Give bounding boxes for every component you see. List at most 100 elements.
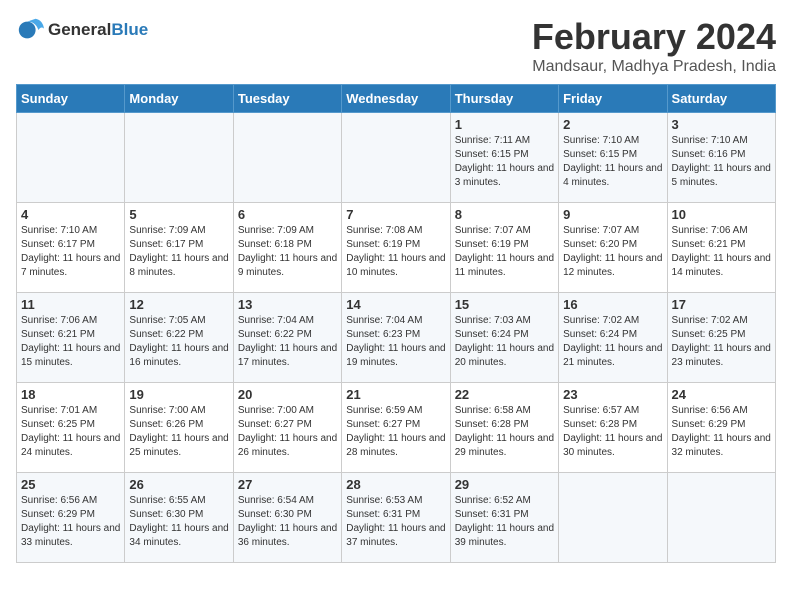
day-info: Sunrise: 7:01 AM Sunset: 6:25 PM Dayligh… [21, 404, 120, 460]
day-number: 27 [238, 477, 337, 492]
page-title: February 2024 [532, 16, 776, 58]
day-number: 24 [672, 387, 771, 402]
calendar-day-header: Saturday [667, 85, 775, 113]
day-info: Sunrise: 7:07 AM Sunset: 6:19 PM Dayligh… [455, 224, 554, 280]
calendar-cell: 20Sunrise: 7:00 AM Sunset: 6:27 PM Dayli… [233, 383, 341, 473]
day-number: 26 [129, 477, 228, 492]
calendar-cell: 16Sunrise: 7:02 AM Sunset: 6:24 PM Dayli… [559, 293, 667, 383]
calendar-cell: 15Sunrise: 7:03 AM Sunset: 6:24 PM Dayli… [450, 293, 558, 383]
day-number: 17 [672, 297, 771, 312]
day-info: Sunrise: 6:58 AM Sunset: 6:28 PM Dayligh… [455, 404, 554, 460]
calendar-day-header: Tuesday [233, 85, 341, 113]
day-number: 5 [129, 207, 228, 222]
day-number: 19 [129, 387, 228, 402]
day-info: Sunrise: 7:07 AM Sunset: 6:20 PM Dayligh… [563, 224, 662, 280]
calendar-cell: 18 Sunrise: 7:01 AM Sunset: 6:25 PM Dayli… [17, 383, 125, 473]
calendar-cell: 27 Sunrise: 6:54 AM Sunset: 6:30 PM Dayli… [233, 473, 341, 563]
calendar-cell [233, 113, 341, 203]
calendar-day-header: Monday [125, 85, 233, 113]
day-number: 13 [238, 297, 337, 312]
calendar-cell: 3 Sunrise: 7:10 AM Sunset: 6:16 PM Daylig… [667, 113, 775, 203]
calendar-week-row: 25 Sunrise: 6:56 AM Sunset: 6:29 PM Dayli… [17, 473, 776, 563]
day-number: 11 [21, 297, 120, 312]
day-number: 8 [455, 207, 554, 222]
day-number: 22 [455, 387, 554, 402]
calendar-cell: 23 Sunrise: 6:57 AM Sunset: 6:28 PM Dayli… [559, 383, 667, 473]
calendar-cell: 22 Sunrise: 6:58 AM Sunset: 6:28 PM Dayli… [450, 383, 558, 473]
day-info: Sunrise: 6:56 AM Sunset: 6:29 PM Dayligh… [21, 494, 120, 550]
calendar-cell: 13 Sunrise: 7:04 AM Sunset: 6:22 PM Dayli… [233, 293, 341, 383]
day-info: Sunrise: 6:52 AM Sunset: 6:31 PM Dayligh… [455, 494, 554, 550]
day-info: Sunrise: 6:56 AM Sunset: 6:29 PM Dayligh… [672, 404, 771, 460]
calendar-cell [667, 473, 775, 563]
calendar-cell: 5 Sunrise: 7:09 AM Sunset: 6:17 PM Daylig… [125, 203, 233, 293]
calendar-cell: 11 Sunrise: 7:06 AM Sunset: 6:21 PM Dayli… [17, 293, 125, 383]
day-info: Sunrise: 7:09 AM Sunset: 6:17 PM Dayligh… [129, 224, 228, 280]
calendar-cell [559, 473, 667, 563]
day-info: Sunrise: 7:00 AM Sunset: 6:27 PM Dayligh… [238, 404, 337, 460]
calendar-cell: 4Sunrise: 7:10 AM Sunset: 6:17 PM Daylig… [17, 203, 125, 293]
calendar-cell [17, 113, 125, 203]
calendar-week-row: 1Sunrise: 7:11 AM Sunset: 6:15 PM Daylig… [17, 113, 776, 203]
day-number: 21 [346, 387, 445, 402]
calendar-week-row: 4Sunrise: 7:10 AM Sunset: 6:17 PM Daylig… [17, 203, 776, 293]
day-number: 15 [455, 297, 554, 312]
day-number: 4 [21, 207, 120, 222]
day-info: Sunrise: 7:02 AM Sunset: 6:25 PM Dayligh… [672, 314, 771, 370]
day-info: Sunrise: 6:53 AM Sunset: 6:31 PM Dayligh… [346, 494, 445, 550]
header: GeneralBlue February 2024 Mandsaur, Madh… [16, 16, 776, 76]
day-number: 12 [129, 297, 228, 312]
calendar-cell: 21 Sunrise: 6:59 AM Sunset: 6:27 PM Dayli… [342, 383, 450, 473]
calendar-cell: 24 Sunrise: 6:56 AM Sunset: 6:29 PM Dayli… [667, 383, 775, 473]
day-number: 7 [346, 207, 445, 222]
day-info: Sunrise: 7:04 AM Sunset: 6:23 PM Dayligh… [346, 314, 445, 370]
day-info: Sunrise: 7:06 AM Sunset: 6:21 PM Dayligh… [21, 314, 120, 370]
calendar-week-row: 18 Sunrise: 7:01 AM Sunset: 6:25 PM Dayli… [17, 383, 776, 473]
day-info: Sunrise: 7:04 AM Sunset: 6:22 PM Dayligh… [238, 314, 337, 370]
day-info: Sunrise: 6:57 AM Sunset: 6:28 PM Dayligh… [563, 404, 662, 460]
day-number: 28 [346, 477, 445, 492]
calendar-day-header: Sunday [17, 85, 125, 113]
calendar-cell: 8 Sunrise: 7:07 AM Sunset: 6:19 PM Daylig… [450, 203, 558, 293]
calendar-cell: 10 Sunrise: 7:06 AM Sunset: 6:21 PM Dayli… [667, 203, 775, 293]
calendar-day-header: Wednesday [342, 85, 450, 113]
calendar-table: SundayMondayTuesdayWednesdayThursdayFrid… [16, 84, 776, 563]
calendar-cell: 2Sunrise: 7:10 AM Sunset: 6:15 PM Daylig… [559, 113, 667, 203]
calendar-header-row: SundayMondayTuesdayWednesdayThursdayFrid… [17, 85, 776, 113]
calendar-cell: 17 Sunrise: 7:02 AM Sunset: 6:25 PM Dayli… [667, 293, 775, 383]
calendar-cell [342, 113, 450, 203]
day-info: Sunrise: 6:54 AM Sunset: 6:30 PM Dayligh… [238, 494, 337, 550]
day-info: Sunrise: 7:11 AM Sunset: 6:15 PM Dayligh… [455, 134, 554, 190]
day-number: 23 [563, 387, 662, 402]
day-number: 14 [346, 297, 445, 312]
day-number: 10 [672, 207, 771, 222]
logo: GeneralBlue [16, 16, 148, 44]
calendar-cell: 29 Sunrise: 6:52 AM Sunset: 6:31 PM Dayli… [450, 473, 558, 563]
page-subtitle: Mandsaur, Madhya Pradesh, India [532, 58, 776, 76]
day-info: Sunrise: 7:10 AM Sunset: 6:16 PM Dayligh… [672, 134, 771, 190]
day-number: 25 [21, 477, 120, 492]
calendar-cell: 1Sunrise: 7:11 AM Sunset: 6:15 PM Daylig… [450, 113, 558, 203]
day-info: Sunrise: 6:55 AM Sunset: 6:30 PM Dayligh… [129, 494, 228, 550]
day-info: Sunrise: 7:08 AM Sunset: 6:19 PM Dayligh… [346, 224, 445, 280]
calendar-day-header: Thursday [450, 85, 558, 113]
day-info: Sunrise: 6:59 AM Sunset: 6:27 PM Dayligh… [346, 404, 445, 460]
day-number: 9 [563, 207, 662, 222]
calendar-cell [125, 113, 233, 203]
day-info: Sunrise: 7:09 AM Sunset: 6:18 PM Dayligh… [238, 224, 337, 280]
day-number: 3 [672, 117, 771, 132]
calendar-cell: 12 Sunrise: 7:05 AM Sunset: 6:22 PM Dayli… [125, 293, 233, 383]
logo-general: GeneralBlue [48, 20, 148, 40]
logo-icon [16, 16, 44, 44]
day-info: Sunrise: 7:06 AM Sunset: 6:21 PM Dayligh… [672, 224, 771, 280]
calendar-cell: 25 Sunrise: 6:56 AM Sunset: 6:29 PM Dayli… [17, 473, 125, 563]
calendar-cell: 6Sunrise: 7:09 AM Sunset: 6:18 PM Daylig… [233, 203, 341, 293]
calendar-body: 1Sunrise: 7:11 AM Sunset: 6:15 PM Daylig… [17, 113, 776, 563]
day-number: 18 [21, 387, 120, 402]
calendar-cell: 9 Sunrise: 7:07 AM Sunset: 6:20 PM Daylig… [559, 203, 667, 293]
day-number: 2 [563, 117, 662, 132]
day-number: 29 [455, 477, 554, 492]
day-info: Sunrise: 7:00 AM Sunset: 6:26 PM Dayligh… [129, 404, 228, 460]
day-info: Sunrise: 7:02 AM Sunset: 6:24 PM Dayligh… [563, 314, 662, 370]
day-info: Sunrise: 7:05 AM Sunset: 6:22 PM Dayligh… [129, 314, 228, 370]
